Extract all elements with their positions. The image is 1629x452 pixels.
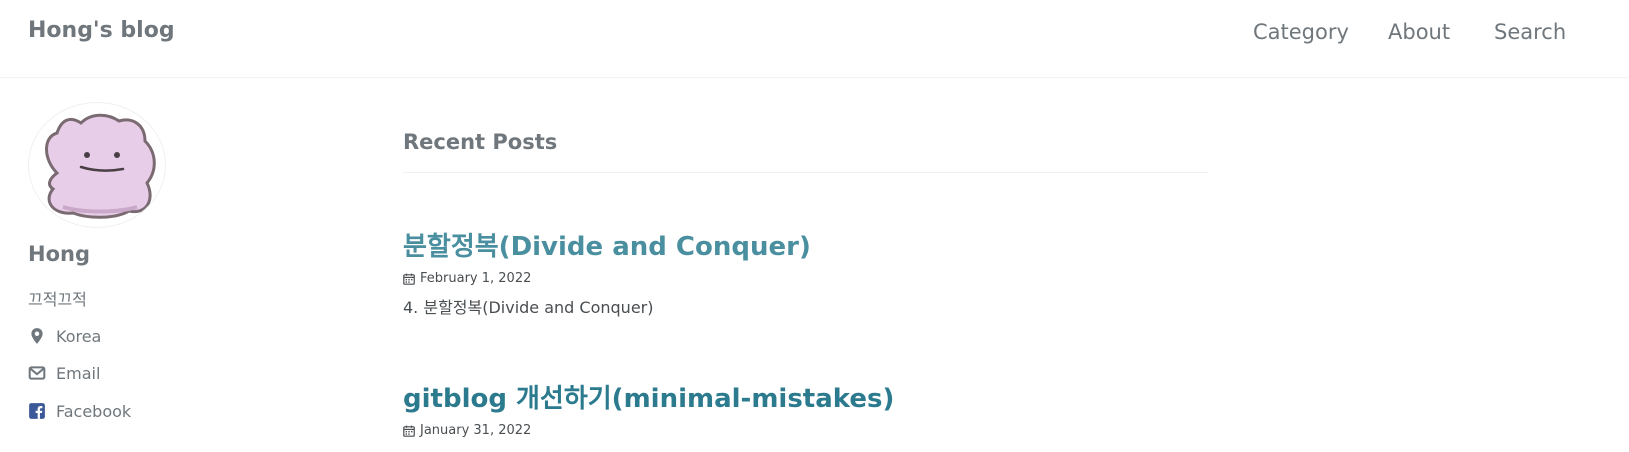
author-facebook-link[interactable]: Facebook: [28, 399, 131, 423]
post-item: 분할정복(Divide and Conquer) February 1, 202…: [403, 226, 1208, 318]
nav-search-link[interactable]: Search: [1494, 20, 1566, 44]
calendar-icon: [403, 273, 415, 285]
author-location-link[interactable]: Korea: [28, 324, 101, 348]
map-marker-icon: [31, 328, 43, 344]
recent-posts-heading: Recent Posts: [403, 130, 558, 154]
main-content: Recent Posts 분할정복(Divide and Conquer) Fe…: [403, 78, 1208, 452]
masthead: Hong's blog Category About Search: [0, 0, 1629, 78]
author-email-label: Email: [56, 363, 101, 383]
author-location-label: Korea: [56, 326, 102, 346]
post-date: January 31, 2022: [420, 423, 532, 438]
post-excerpt: 4. 분할정복(Divide and Conquer): [403, 298, 654, 317]
post-meta: January 31, 2022: [403, 423, 1208, 438]
author-sidebar: Hong 끄적끄적 Korea Email Facebook: [0, 78, 360, 452]
envelope-icon: [28, 366, 46, 380]
author-facebook-label: Facebook: [56, 401, 132, 421]
post-date: February 1, 2022: [420, 271, 532, 286]
post-item: gitblog 개선하기(minimal-mistakes) January 3…: [403, 378, 1208, 438]
author-email-link[interactable]: Email: [28, 361, 100, 385]
section-divider: [403, 172, 1208, 173]
post-meta: February 1, 2022: [403, 271, 1208, 286]
nav-about-link[interactable]: About: [1388, 20, 1450, 44]
calendar-icon: [403, 425, 415, 437]
facebook-square-icon: [29, 403, 45, 419]
post-title-link[interactable]: gitblog 개선하기(minimal-mistakes): [403, 378, 1208, 415]
author-bio: 끄적끄적: [28, 290, 87, 309]
ditto-avatar-image: [45, 113, 156, 219]
nav-category-link[interactable]: Category: [1253, 20, 1349, 44]
author-avatar: [28, 102, 166, 228]
post-title-link[interactable]: 분할정복(Divide and Conquer): [403, 226, 1208, 263]
author-name: Hong: [28, 242, 90, 266]
site-title-link[interactable]: Hong's blog: [28, 18, 175, 43]
